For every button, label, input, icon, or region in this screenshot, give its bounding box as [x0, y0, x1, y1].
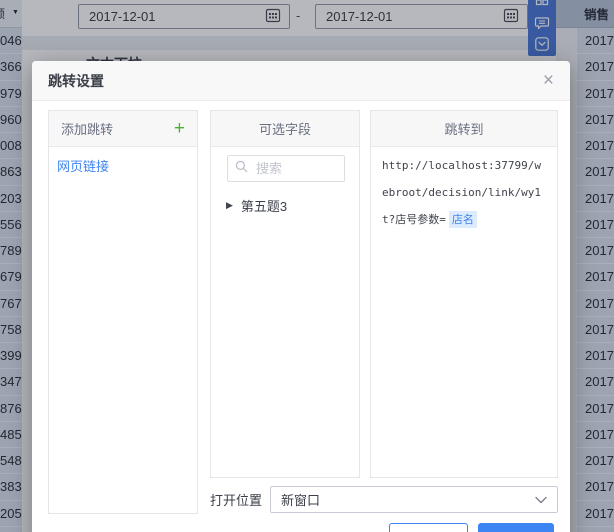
- target-url-editor[interactable]: http://localhost:37799/webroot/decision/…: [371, 147, 557, 238]
- add-jump-panel: 添加跳转 + 网页链接: [48, 110, 198, 514]
- field-search-box[interactable]: [227, 155, 345, 182]
- search-icon: [235, 160, 248, 178]
- cancel-button[interactable]: 取消: [389, 523, 468, 532]
- close-icon[interactable]: ×: [543, 71, 554, 90]
- param-field-tag[interactable]: 店名: [448, 211, 477, 228]
- web-link-item[interactable]: 网页链接: [49, 147, 197, 184]
- dialog-button-row: 取消 确定: [389, 523, 554, 532]
- tree-expand-icon[interactable]: ▶: [226, 201, 233, 210]
- fields-panel-header: 可选字段: [211, 111, 359, 147]
- search-input[interactable]: [254, 160, 337, 177]
- open-location-row: 打开位置 新窗口: [210, 486, 558, 513]
- screen: 频 ▼ 046366979960008863203556789679767758…: [0, 0, 614, 532]
- jump-settings-dialog: 跳转设置 × 添加跳转 + 网页链接 可选字段 ▶ 第五题: [32, 61, 570, 532]
- jump-target-panel-title: 跳转到: [444, 122, 484, 137]
- jump-target-panel: 跳转到 http://localhost:37799/webroot/decis…: [370, 110, 558, 478]
- open-location-label: 打开位置: [210, 493, 263, 508]
- confirm-button[interactable]: 确定: [478, 523, 554, 532]
- open-location-value: 新窗口: [281, 493, 321, 508]
- jump-target-panel-header: 跳转到: [371, 111, 557, 147]
- add-jump-panel-title: 添加跳转: [61, 122, 114, 137]
- field-tree-item[interactable]: ▶ 第五题3: [226, 196, 359, 215]
- tree-item-label: 第五题3: [240, 199, 288, 214]
- add-jump-button[interactable]: +: [174, 119, 185, 138]
- add-jump-panel-header: 添加跳转 +: [49, 111, 197, 147]
- dialog-title: 跳转设置: [48, 72, 104, 89]
- open-location-select[interactable]: 新窗口: [270, 486, 558, 513]
- dialog-header: 跳转设置 ×: [32, 61, 570, 101]
- fields-panel-title: 可选字段: [258, 122, 311, 137]
- chevron-down-icon: [535, 492, 547, 507]
- fields-panel: 可选字段 ▶ 第五题3: [210, 110, 360, 478]
